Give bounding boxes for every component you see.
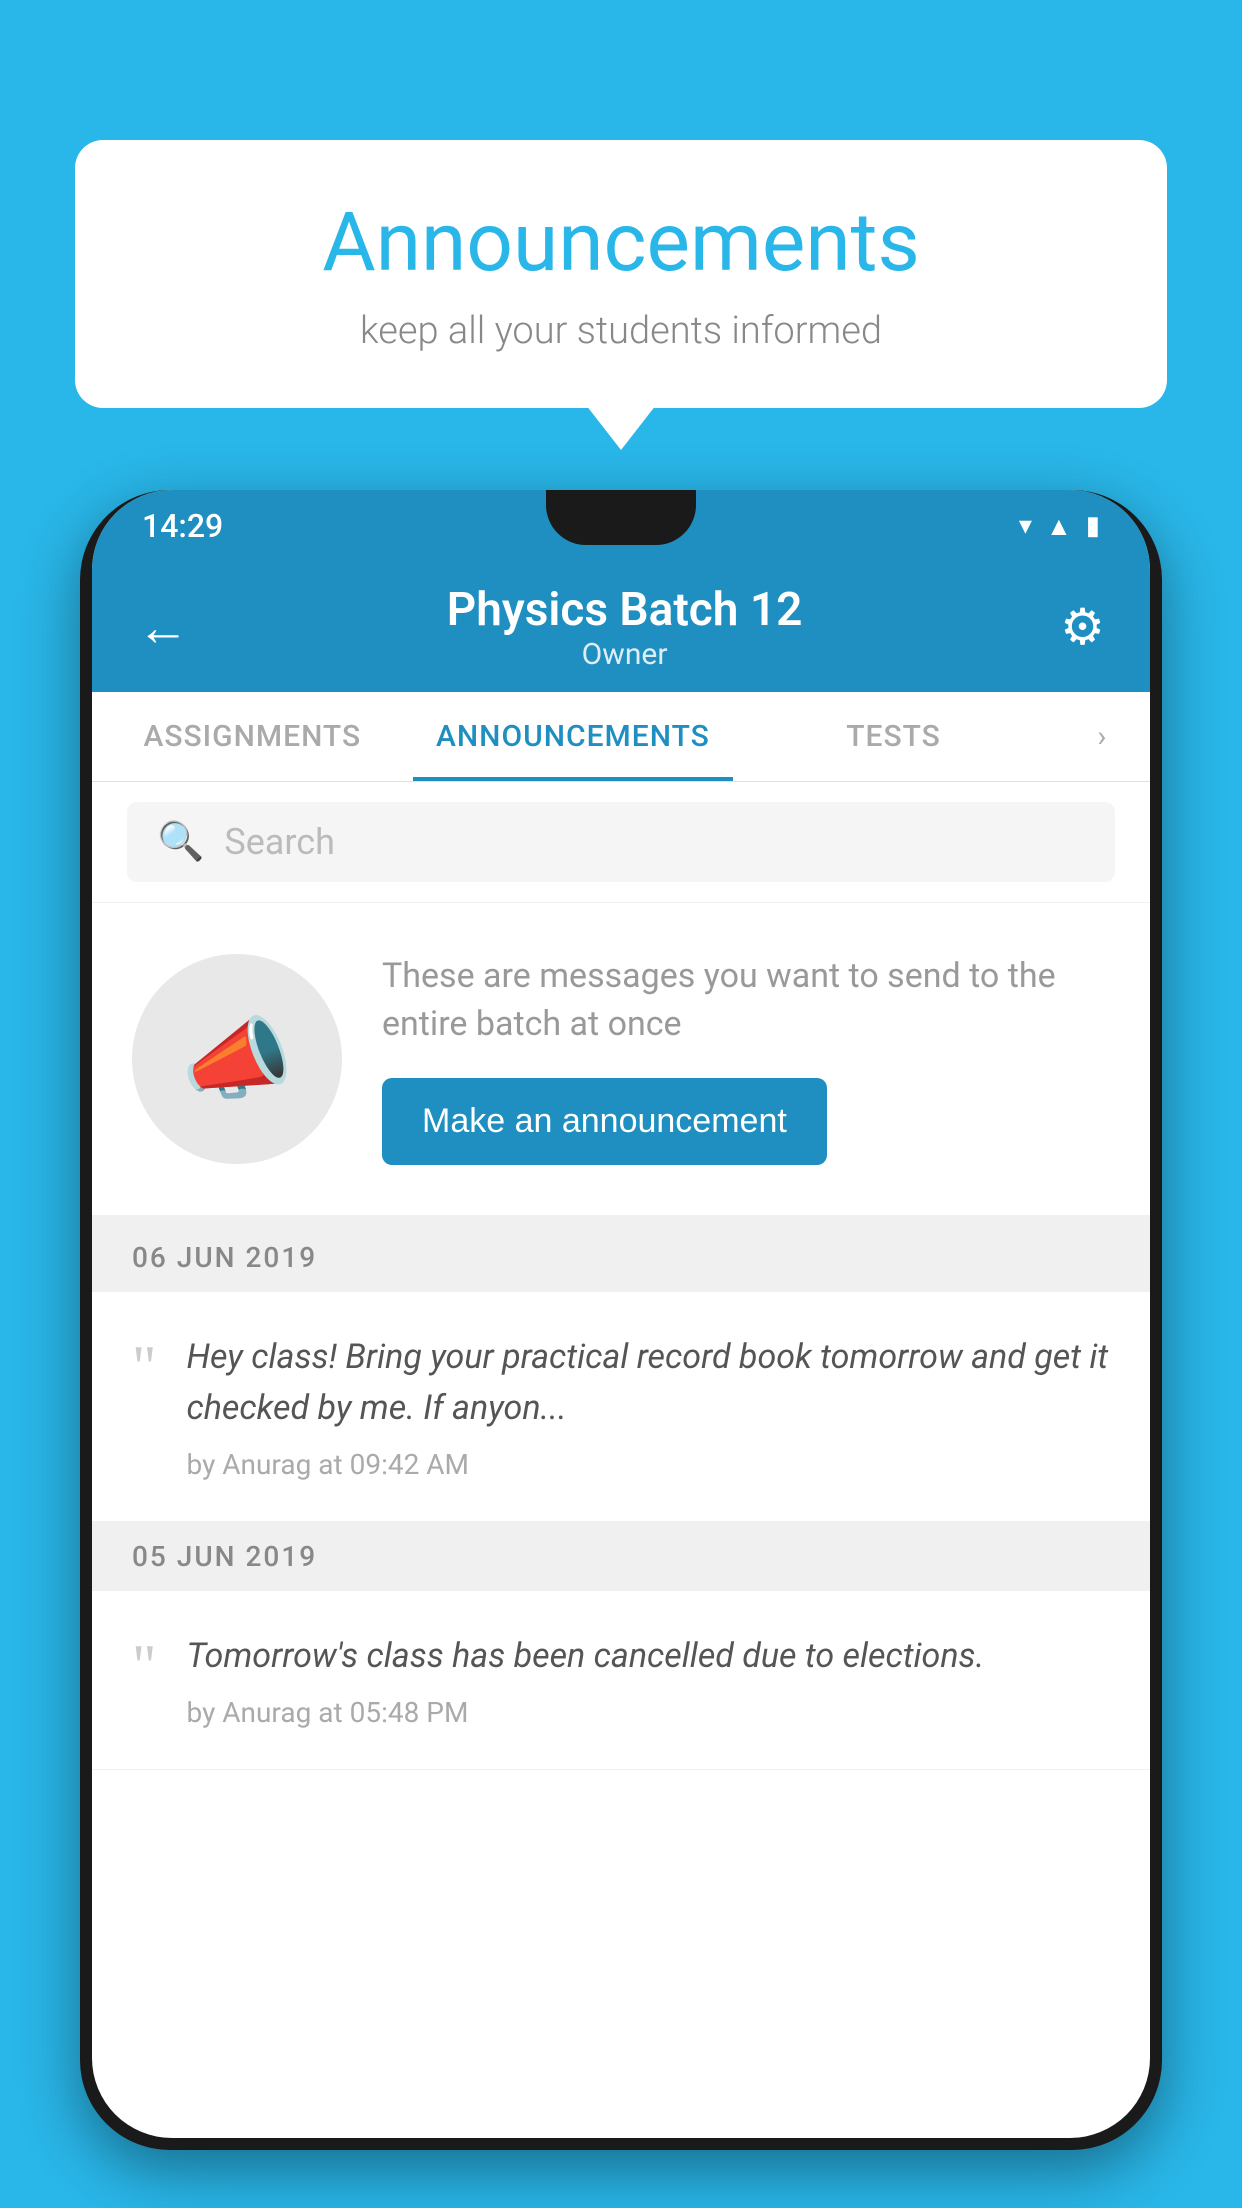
quote-icon-1: " <box>132 1337 157 1481</box>
phone-container: 14:29 ▾ ▲ ▮ ← Physics Batch 12 Owner ⚙ <box>80 490 1162 2208</box>
bubble-title: Announcements <box>145 195 1097 291</box>
wifi-icon: ▾ <box>1019 511 1032 541</box>
tab-tests[interactable]: TESTS <box>733 692 1054 781</box>
announcement-intro: 📣 These are messages you want to send to… <box>92 903 1150 1223</box>
megaphone-circle: 📣 <box>132 954 342 1164</box>
battery-icon: ▮ <box>1086 511 1100 541</box>
status-icons: ▾ ▲ ▮ <box>1019 511 1100 542</box>
settings-icon[interactable]: ⚙ <box>1060 598 1105 657</box>
megaphone-icon: 📣 <box>181 1007 293 1112</box>
announcement-text-1: Hey class! Bring your practical record b… <box>187 1332 1111 1434</box>
tab-assignments[interactable]: ASSIGNMENTS <box>92 692 413 781</box>
header-subtitle: Owner <box>447 637 803 672</box>
phone-screen: 14:29 ▾ ▲ ▮ ← Physics Batch 12 Owner ⚙ <box>92 490 1150 2138</box>
search-icon: 🔍 <box>157 820 204 864</box>
announcement-content-1: Hey class! Bring your practical record b… <box>187 1332 1111 1481</box>
date-separator-2: 05 JUN 2019 <box>92 1522 1150 1591</box>
announcement-right: These are messages you want to send to t… <box>382 953 1110 1165</box>
header-center: Physics Batch 12 Owner <box>447 583 803 672</box>
status-time: 14:29 <box>142 507 223 545</box>
search-container: 🔍 Search <box>92 782 1150 903</box>
phone-frame: 14:29 ▾ ▲ ▮ ← Physics Batch 12 Owner ⚙ <box>80 490 1162 2150</box>
back-button[interactable]: ← <box>137 597 189 658</box>
app-header: ← Physics Batch 12 Owner ⚙ <box>92 562 1150 692</box>
bubble-subtitle: keep all your students informed <box>145 309 1097 353</box>
tabs-bar: ASSIGNMENTS ANNOUNCEMENTS TESTS › <box>92 692 1150 782</box>
tab-more[interactable]: › <box>1054 692 1150 781</box>
tab-announcements[interactable]: ANNOUNCEMENTS <box>413 692 734 781</box>
speech-bubble: Announcements keep all your students inf… <box>75 140 1167 408</box>
announcement-item-2: " Tomorrow's class has been cancelled du… <box>92 1591 1150 1770</box>
date-separator-1: 06 JUN 2019 <box>92 1223 1150 1292</box>
notch <box>546 490 696 545</box>
quote-icon-2: " <box>132 1636 157 1729</box>
announcement-item-1: " Hey class! Bring your practical record… <box>92 1292 1150 1522</box>
make-announcement-button[interactable]: Make an announcement <box>382 1078 827 1165</box>
speech-bubble-section: Announcements keep all your students inf… <box>75 140 1167 408</box>
signal-icon: ▲ <box>1046 511 1072 542</box>
search-bar[interactable]: 🔍 Search <box>127 802 1115 882</box>
header-title: Physics Batch 12 <box>447 583 803 637</box>
announcement-description: These are messages you want to send to t… <box>382 953 1110 1048</box>
announcement-meta-1: by Anurag at 09:42 AM <box>187 1448 1111 1481</box>
search-placeholder: Search <box>224 821 335 863</box>
status-bar: 14:29 ▾ ▲ ▮ <box>92 490 1150 562</box>
announcement-content-2: Tomorrow's class has been cancelled due … <box>187 1631 1111 1729</box>
announcement-meta-2: by Anurag at 05:48 PM <box>187 1696 1111 1729</box>
announcement-text-2: Tomorrow's class has been cancelled due … <box>187 1631 1111 1682</box>
